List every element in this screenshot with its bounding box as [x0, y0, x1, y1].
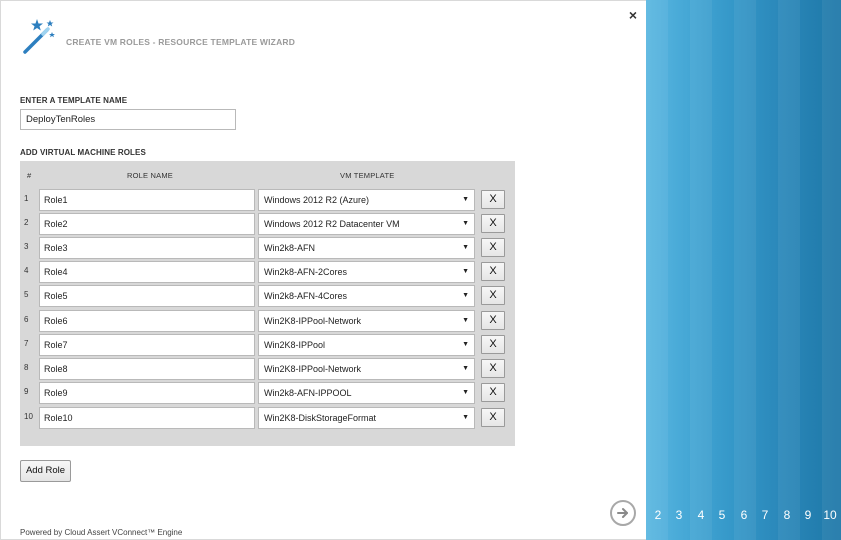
- step-stripe: [734, 0, 756, 540]
- close-icon[interactable]: ×: [625, 7, 641, 23]
- table-row: 3 Win2k8-AFN ▼ X: [20, 237, 515, 259]
- delete-role-button[interactable]: X: [481, 359, 505, 378]
- table-row: 1 Windows 2012 R2 (Azure) ▼ X: [20, 189, 515, 211]
- row-number: 6: [24, 315, 29, 324]
- vm-template-value: Win2k8-AFN-2Cores: [264, 267, 348, 277]
- add-role-button[interactable]: Add Role: [20, 460, 71, 482]
- column-header-role-name: ROLE NAME: [127, 171, 173, 180]
- vm-template-select[interactable]: Win2k8-AFN-IPPOOL ▼: [258, 382, 475, 404]
- step-stripe: [778, 0, 800, 540]
- delete-role-button[interactable]: X: [481, 286, 505, 305]
- caret-down-icon: ▼: [462, 244, 469, 251]
- caret-down-icon: ▼: [462, 268, 469, 275]
- wizard-title: CREATE VM ROLES - RESOURCE TEMPLATE WIZA…: [66, 37, 296, 47]
- caret-down-icon: ▼: [462, 414, 469, 421]
- template-name-label: ENTER A TEMPLATE NAME: [20, 96, 128, 105]
- row-number: 8: [24, 363, 29, 372]
- roles-section-label: ADD VIRTUAL MACHINE ROLES: [20, 148, 146, 157]
- vm-template-select[interactable]: Win2K8-IPPool-Network ▼: [258, 310, 475, 332]
- caret-down-icon: ▼: [462, 196, 469, 203]
- column-header-vm-template: VM TEMPLATE: [340, 171, 395, 180]
- arrow-right-icon[interactable]: [610, 500, 636, 526]
- vm-template-select[interactable]: Windows 2012 R2 Datacenter VM ▼: [258, 213, 475, 235]
- role-name-input[interactable]: [39, 382, 255, 404]
- vm-template-value: Win2K8-IPPool-Network: [264, 364, 362, 374]
- table-row: 8 Win2K8-IPPool-Network ▼ X: [20, 358, 515, 380]
- delete-role-button[interactable]: X: [481, 262, 505, 281]
- row-number: 9: [24, 387, 29, 396]
- vm-template-value: Win2K8-IPPool: [264, 340, 326, 350]
- table-row: 6 Win2K8-IPPool-Network ▼ X: [20, 310, 515, 332]
- delete-role-button[interactable]: X: [481, 408, 505, 427]
- step-2[interactable]: 2: [649, 508, 667, 522]
- wizard-main-panel: × CREATE VM ROLES - RESOURCE TEMPLATE WI…: [0, 0, 646, 540]
- step-8[interactable]: 8: [778, 508, 796, 522]
- table-row: 10 Win2K8-DiskStorageFormat ▼ X: [20, 407, 515, 429]
- caret-down-icon: ▼: [462, 292, 469, 299]
- step-6[interactable]: 6: [735, 508, 753, 522]
- caret-down-icon: ▼: [462, 389, 469, 396]
- column-header-number: #: [27, 171, 32, 180]
- vm-template-value: Win2K8-IPPool-Network: [264, 316, 362, 326]
- vm-template-value: Win2k8-AFN-4Cores: [264, 291, 348, 301]
- step-10[interactable]: 10: [821, 508, 839, 522]
- row-number: 2: [24, 218, 29, 227]
- step-9[interactable]: 9: [799, 508, 817, 522]
- role-name-input[interactable]: [39, 213, 255, 235]
- caret-down-icon: ▼: [462, 317, 469, 324]
- row-number: 7: [24, 339, 29, 348]
- roles-table: # ROLE NAME VM TEMPLATE 1 Windows 2012 R…: [20, 161, 515, 446]
- caret-down-icon: ▼: [462, 220, 469, 227]
- step-stripe: [646, 0, 668, 540]
- vm-template-select[interactable]: Win2K8-IPPool-Network ▼: [258, 358, 475, 380]
- step-5[interactable]: 5: [713, 508, 731, 522]
- row-number: 4: [24, 266, 29, 275]
- vm-template-value: Win2k8-AFN-IPPOOL: [264, 388, 352, 398]
- delete-role-button[interactable]: X: [481, 190, 505, 209]
- vm-template-select[interactable]: Windows 2012 R2 (Azure) ▼: [258, 189, 475, 211]
- delete-role-button[interactable]: X: [481, 383, 505, 402]
- delete-role-button[interactable]: X: [481, 311, 505, 330]
- caret-down-icon: ▼: [462, 365, 469, 372]
- template-name-input[interactable]: [20, 109, 236, 130]
- vm-template-select[interactable]: Win2k8-AFN ▼: [258, 237, 475, 259]
- row-number: 5: [24, 290, 29, 299]
- vm-template-value: Win2K8-DiskStorageFormat: [264, 413, 377, 423]
- role-name-input[interactable]: [39, 310, 255, 332]
- row-number: 10: [24, 412, 33, 421]
- table-row: 2 Windows 2012 R2 Datacenter VM ▼ X: [20, 213, 515, 235]
- table-row: 7 Win2K8-IPPool ▼ X: [20, 334, 515, 356]
- magic-wand-icon: [23, 19, 55, 54]
- role-name-input[interactable]: [39, 334, 255, 356]
- role-name-input[interactable]: [39, 358, 255, 380]
- vm-template-select[interactable]: Win2K8-IPPool ▼: [258, 334, 475, 356]
- row-number: 1: [24, 194, 29, 203]
- vm-template-select[interactable]: Win2K8-DiskStorageFormat ▼: [258, 407, 475, 429]
- role-name-input[interactable]: [39, 285, 255, 307]
- footer-credit: Powered by Cloud Assert VConnect™ Engine: [20, 528, 183, 537]
- delete-role-button[interactable]: X: [481, 238, 505, 257]
- delete-role-button[interactable]: X: [481, 335, 505, 354]
- step-4[interactable]: 4: [692, 508, 710, 522]
- vm-template-value: Windows 2012 R2 Datacenter VM: [264, 219, 400, 229]
- role-name-input[interactable]: [39, 189, 255, 211]
- step-stripe: [690, 0, 712, 540]
- caret-down-icon: ▼: [462, 341, 469, 348]
- step-3[interactable]: 3: [670, 508, 688, 522]
- row-number: 3: [24, 242, 29, 251]
- delete-role-button[interactable]: X: [481, 214, 505, 233]
- role-name-input[interactable]: [39, 407, 255, 429]
- table-row: 9 Win2k8-AFN-IPPOOL ▼ X: [20, 382, 515, 404]
- step-7[interactable]: 7: [756, 508, 774, 522]
- table-row: 4 Win2k8-AFN-2Cores ▼ X: [20, 261, 515, 283]
- vm-template-value: Windows 2012 R2 (Azure): [264, 195, 370, 205]
- vm-template-select[interactable]: Win2k8-AFN-2Cores ▼: [258, 261, 475, 283]
- role-name-input[interactable]: [39, 237, 255, 259]
- wizard-steps-panel: 2 3 4 5 6 7 8 9 10: [646, 0, 841, 540]
- step-stripe: [822, 0, 841, 540]
- role-name-input[interactable]: [39, 261, 255, 283]
- vm-template-value: Win2k8-AFN: [264, 243, 316, 253]
- vm-template-select[interactable]: Win2k8-AFN-4Cores ▼: [258, 285, 475, 307]
- table-row: 5 Win2k8-AFN-4Cores ▼ X: [20, 285, 515, 307]
